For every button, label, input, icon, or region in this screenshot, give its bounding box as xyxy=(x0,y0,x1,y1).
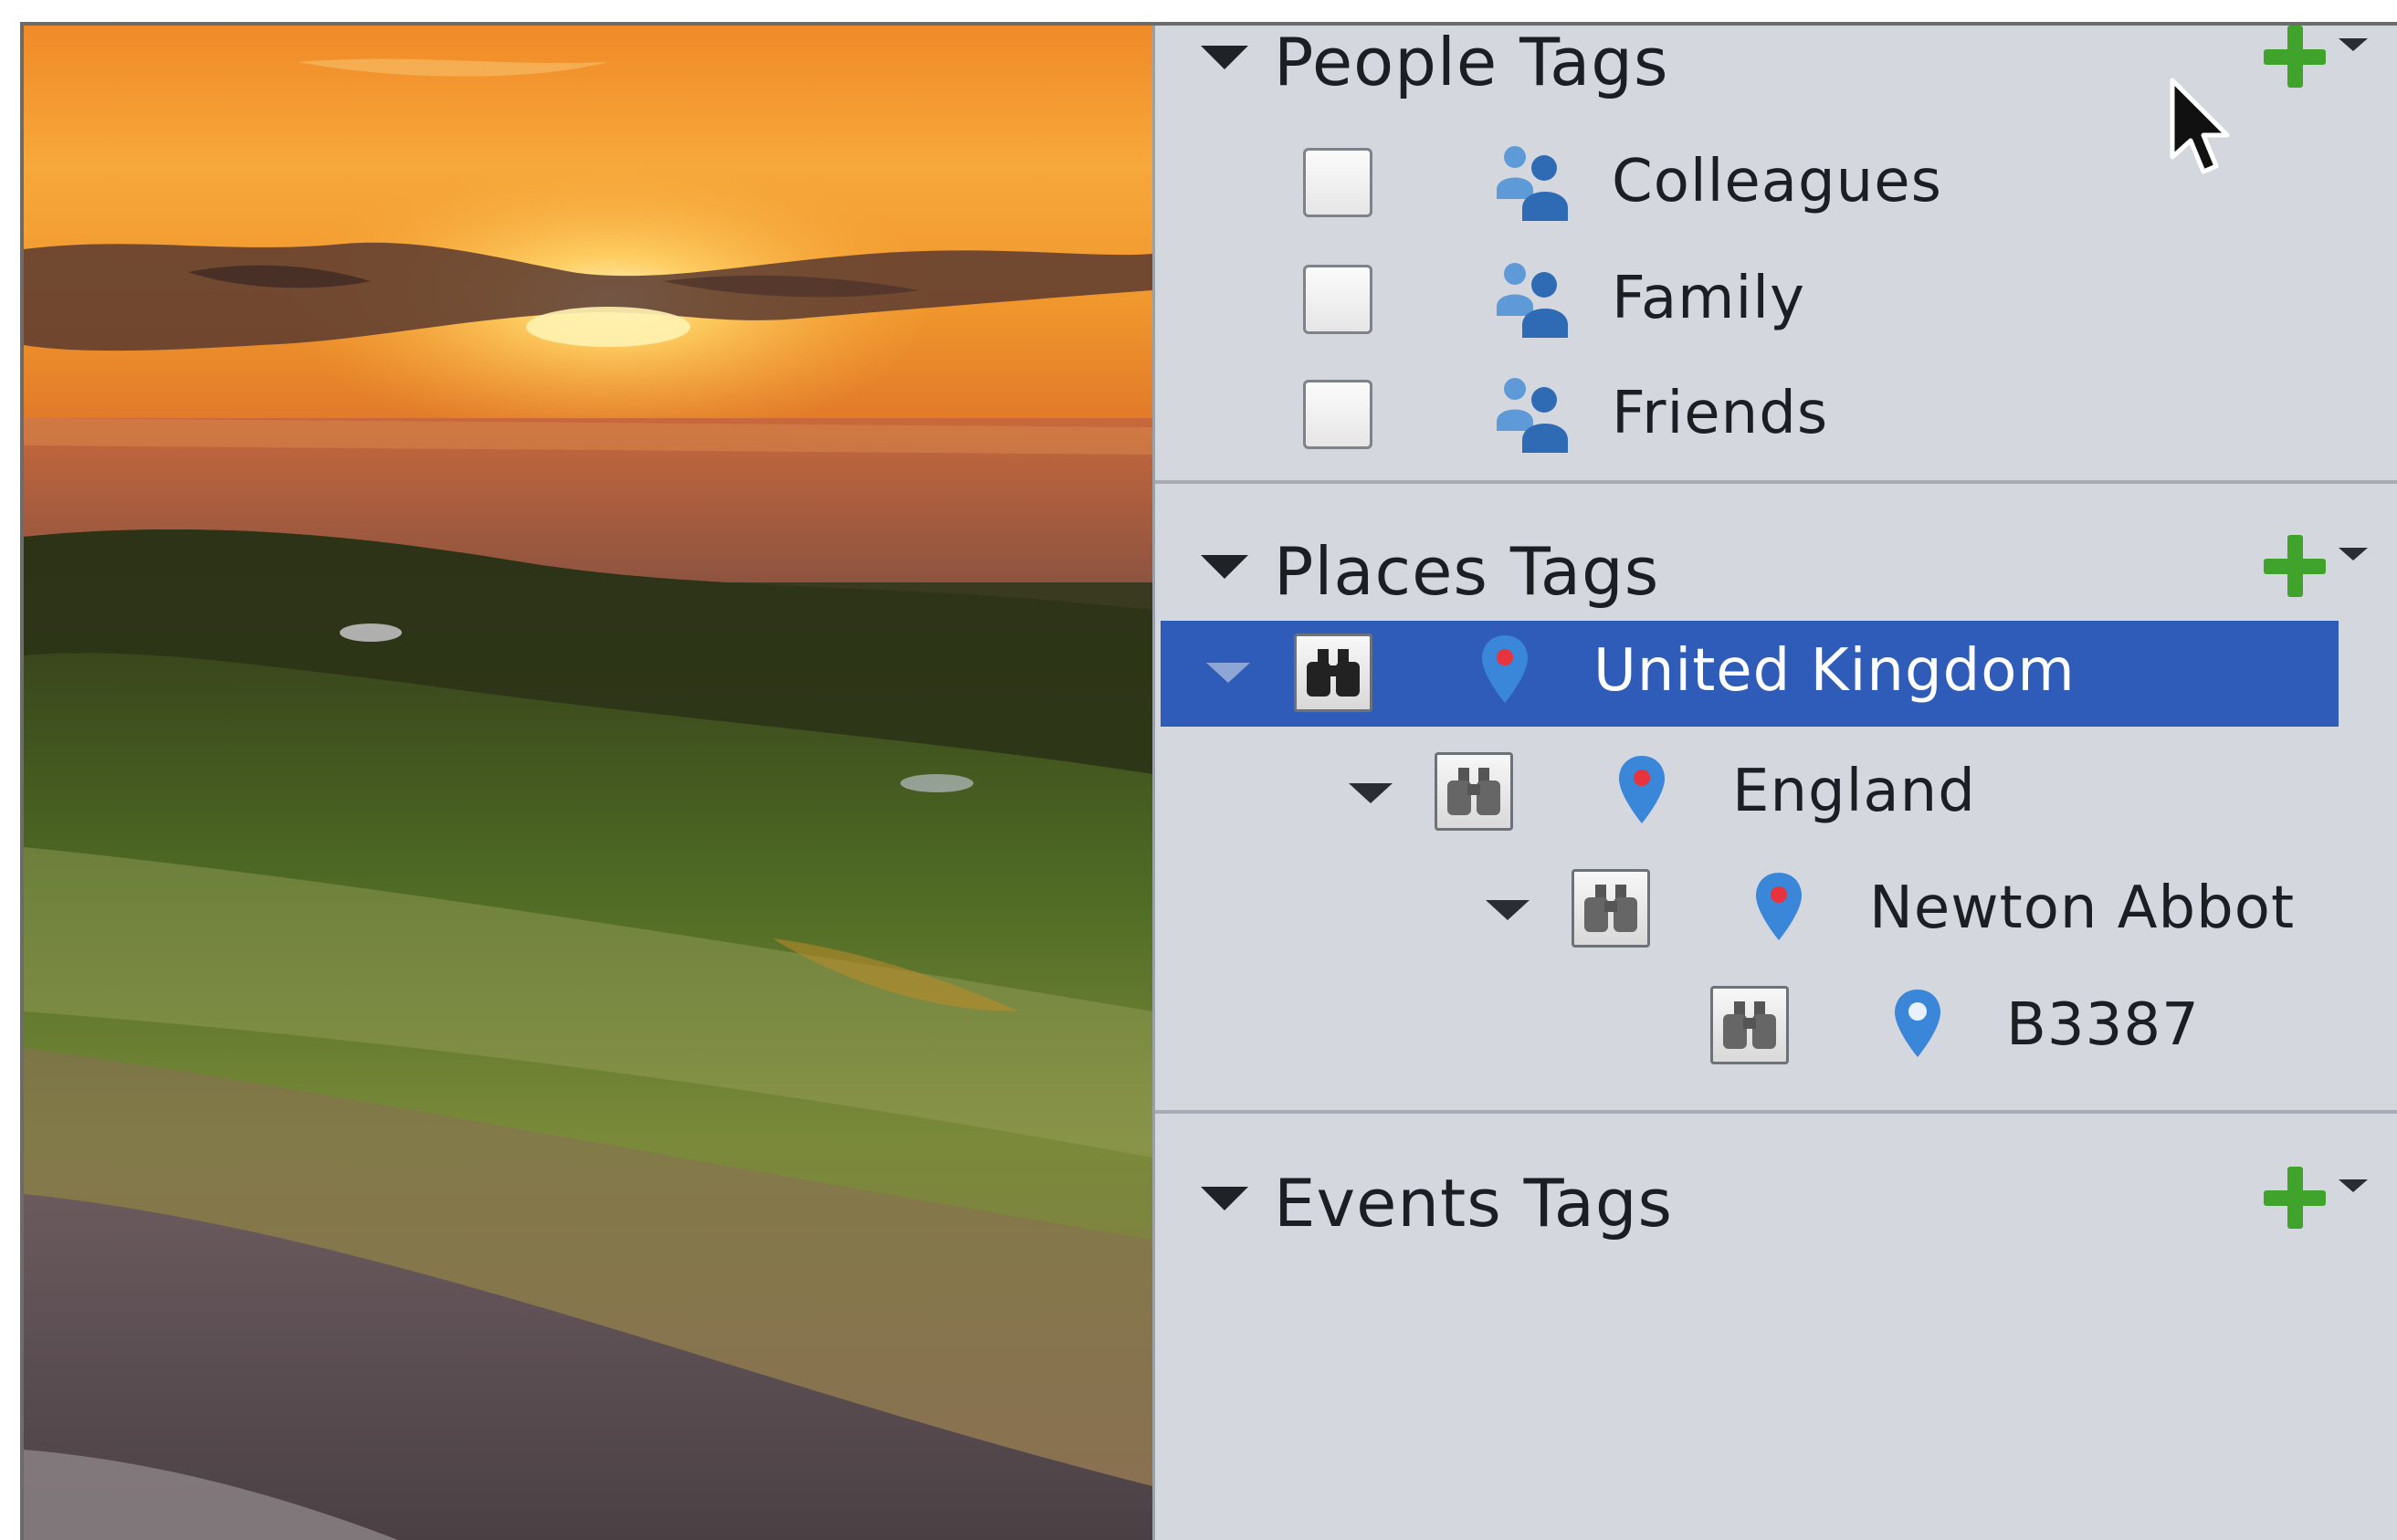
binoculars-icon xyxy=(1447,768,1500,815)
disclosure-triangle-icon[interactable] xyxy=(1201,46,1248,69)
photo-preview[interactable] xyxy=(24,26,1152,1540)
map-pin-icon xyxy=(1756,873,1802,940)
people-group-icon xyxy=(1497,146,1568,221)
chevron-down-icon xyxy=(2339,548,2368,560)
binoculars-button[interactable] xyxy=(1435,752,1513,831)
tag-label: Colleagues xyxy=(1612,148,1942,215)
map-pin-icon xyxy=(1482,635,1528,703)
tag-label: England xyxy=(1732,758,1976,825)
binoculars-icon xyxy=(1307,649,1360,697)
places-tag-row[interactable]: Newton Abbot xyxy=(1155,856,2397,962)
people-tags-title: People Tags xyxy=(1274,24,1669,100)
disclosure-triangle-icon[interactable] xyxy=(1349,783,1393,803)
binoculars-icon xyxy=(1584,885,1637,932)
places-tags-header[interactable]: Places Tags xyxy=(1155,529,2397,621)
map-pin-icon xyxy=(1895,990,1940,1057)
people-group-icon xyxy=(1497,263,1568,338)
places-tag-row-selected[interactable]: United Kingdom xyxy=(1161,621,2339,727)
add-events-tag-button[interactable] xyxy=(2264,1167,2373,1231)
add-people-tag-button[interactable] xyxy=(2264,26,2373,89)
binoculars-icon xyxy=(1723,1001,1776,1049)
green-plus-icon xyxy=(2264,1167,2326,1229)
tag-label: Family xyxy=(1612,265,1805,332)
section-divider xyxy=(1155,1110,2397,1114)
binoculars-button[interactable] xyxy=(1572,869,1650,948)
tag-checkbox[interactable] xyxy=(1303,380,1372,449)
places-tags-title: Places Tags xyxy=(1274,533,1660,610)
landscape-photo xyxy=(24,26,1152,1540)
events-tags-title: Events Tags xyxy=(1274,1165,1674,1241)
chevron-down-icon xyxy=(2339,1179,2368,1192)
disclosure-triangle-icon[interactable] xyxy=(1206,663,1250,683)
tag-label: United Kingdom xyxy=(1593,637,2076,705)
tags-panel: People Tags Colleagues Family Friends Pl… xyxy=(1152,26,2397,1540)
people-tag-row[interactable]: Family xyxy=(1155,252,2397,352)
people-group-icon xyxy=(1497,378,1568,453)
people-tag-row[interactable]: Friends xyxy=(1155,367,2397,467)
map-pin-icon xyxy=(1619,756,1665,823)
green-plus-icon xyxy=(2264,26,2326,88)
places-tag-row[interactable]: England xyxy=(1155,739,2397,845)
app-window: People Tags Colleagues Family Friends Pl… xyxy=(20,22,2397,1540)
tag-checkbox[interactable] xyxy=(1303,265,1372,334)
tag-label: B3387 xyxy=(2006,991,2200,1059)
disclosure-triangle-icon[interactable] xyxy=(1201,555,1248,579)
tag-label: Newton Abbot xyxy=(1869,875,2296,942)
tag-label: Friends xyxy=(1612,380,1829,447)
tag-checkbox[interactable] xyxy=(1303,148,1372,217)
mouse-cursor-icon xyxy=(2170,78,2230,174)
green-plus-icon xyxy=(2264,535,2326,597)
places-tag-row[interactable]: B3387 xyxy=(1155,973,2397,1079)
section-divider xyxy=(1155,480,2397,484)
disclosure-triangle-icon[interactable] xyxy=(1486,900,1530,920)
disclosure-triangle-icon[interactable] xyxy=(1201,1187,1248,1210)
chevron-down-icon xyxy=(2339,38,2368,51)
add-places-tag-button[interactable] xyxy=(2264,535,2373,599)
binoculars-button[interactable] xyxy=(1710,986,1789,1064)
binoculars-button[interactable] xyxy=(1294,634,1372,712)
events-tags-header[interactable]: Events Tags xyxy=(1155,1161,2397,1252)
